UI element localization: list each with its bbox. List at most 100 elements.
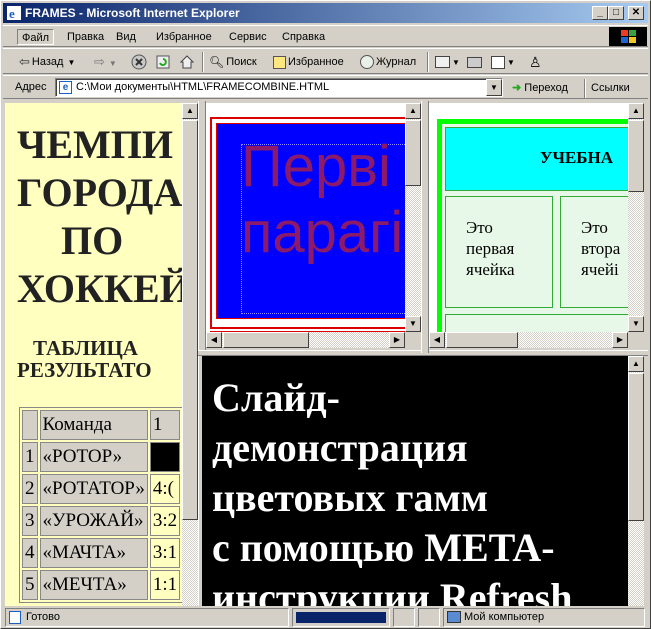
- stop-button[interactable]: [131, 52, 147, 72]
- table-cell-second: Это втора ячейі: [560, 196, 628, 308]
- title-bar[interactable]: e FRAMES - Microsoft Internet Explorer _…: [3, 3, 648, 23]
- left-frame-vertical-scrollbar[interactable]: ▲: [182, 103, 198, 606]
- bottom-frame-vertical-scrollbar[interactable]: ▲: [628, 356, 644, 606]
- score-cell: 3:2: [149, 506, 181, 536]
- left-frame: ЧЕМПИ ГОРОДА ПО ХОККЕЙ ТАБЛИЦА РЕЗУЛЬТАТ…: [5, 103, 182, 606]
- menu-edit[interactable]: Правка: [63, 29, 108, 45]
- go-arrow-icon: ➜: [512, 82, 522, 94]
- mail-dropdown-icon: ▼: [452, 58, 460, 67]
- scroll-right-button[interactable]: ▶: [389, 332, 405, 348]
- forward-arrow-icon: ⇨: [94, 54, 105, 69]
- top-middle-horizontal-scrollbar[interactable]: ◀ ▶: [206, 332, 405, 348]
- scroll-left-button[interactable]: ◀: [429, 332, 445, 348]
- print-button[interactable]: [467, 52, 482, 72]
- links-button[interactable]: Ссылки: [591, 79, 630, 97]
- scroll-thumb[interactable]: [628, 120, 644, 192]
- chevron-down-icon: ▼: [490, 83, 498, 92]
- team-name: «МЕЧТА»: [39, 570, 148, 600]
- back-button[interactable]: ⇦ Назад ▼: [19, 52, 75, 72]
- table-row: 3 «УРОЖАЙ» 3:2: [22, 506, 181, 536]
- top-right-vertical-scrollbar[interactable]: ▲ ▼: [628, 103, 644, 332]
- scroll-down-button[interactable]: ▼: [405, 316, 421, 332]
- scroll-thumb[interactable]: [446, 332, 518, 348]
- progress-panel: [292, 608, 390, 627]
- home-button[interactable]: [179, 52, 195, 72]
- history-icon: [360, 55, 374, 70]
- second-cell-text: Это втора ячейі: [581, 218, 621, 279]
- go-button[interactable]: ➜ Переход: [512, 79, 568, 97]
- scroll-thumb[interactable]: [223, 332, 309, 348]
- paragraph-blue-box: Перві парагі: [216, 123, 405, 319]
- team-name: «РОТОР»: [39, 442, 148, 472]
- search-icon: 🔍︎: [209, 55, 225, 70]
- printer-icon: [467, 56, 482, 68]
- menu-view[interactable]: Вид: [112, 29, 140, 45]
- scroll-up-button[interactable]: ▲: [628, 356, 644, 372]
- refresh-button[interactable]: [155, 52, 171, 72]
- status-text-panel: Готово: [5, 608, 289, 627]
- minimize-button[interactable]: _: [592, 6, 608, 20]
- menu-file[interactable]: Файл: [17, 29, 55, 45]
- scroll-down-arrow-icon: ▼: [409, 319, 417, 328]
- table-header-cell: 1: [149, 410, 181, 440]
- scroll-up-button[interactable]: ▲: [628, 103, 644, 119]
- scroll-up-button[interactable]: ▲: [182, 103, 198, 119]
- championship-heading-line: ЧЕМПИ: [17, 122, 174, 167]
- favorites-button[interactable]: Избранное: [273, 52, 344, 72]
- windows-logo: [609, 27, 647, 46]
- messenger-button[interactable]: ♙: [529, 52, 542, 72]
- row-number: 4: [22, 538, 38, 568]
- table-header-row: Команда 1: [22, 410, 181, 440]
- first-paragraph-text: Перві парагі: [241, 134, 404, 265]
- row-number: 1: [22, 442, 38, 472]
- refresh-icon: [156, 55, 170, 69]
- messenger-user-icon: ♙: [529, 54, 542, 70]
- status-panel-empty: [418, 608, 440, 627]
- ie-window: e FRAMES - Microsoft Internet Explorer _…: [0, 0, 651, 629]
- mail-icon: [435, 56, 450, 69]
- scroll-left-button[interactable]: ◀: [206, 332, 222, 348]
- scroll-right-arrow-icon: ▶: [393, 335, 401, 344]
- scroll-up-arrow-icon: ▲: [409, 106, 417, 115]
- mail-button[interactable]: ▼: [435, 52, 460, 72]
- table-row: 5 «МЕЧТА» 1:1: [22, 570, 181, 600]
- address-input[interactable]: e C:\Мои документы\HTML\FRAMECOMBINE.HTM…: [55, 78, 503, 97]
- scroll-left-arrow-icon: ◀: [210, 335, 218, 344]
- table-cell-first: Это первая ячейка: [445, 196, 553, 308]
- scrollbar-corner: [628, 332, 644, 348]
- scroll-left-arrow-icon: ◀: [433, 335, 441, 344]
- slide-text-line: цветовых гамм: [212, 475, 489, 520]
- scroll-up-button[interactable]: ▲: [405, 103, 421, 119]
- maximize-button[interactable]: □: [608, 6, 624, 20]
- menu-help[interactable]: Справка: [278, 29, 329, 45]
- frame-splitter-vertical[interactable]: [421, 101, 429, 353]
- scroll-thumb[interactable]: [182, 120, 198, 520]
- menu-service[interactable]: Сервис: [225, 29, 271, 45]
- search-button[interactable]: 🔍︎ Поиск: [209, 52, 257, 72]
- championship-heading-line: ГОРОДА: [17, 170, 182, 215]
- scroll-right-arrow-icon: ▶: [616, 335, 624, 344]
- top-right-horizontal-scrollbar[interactable]: ◀ ▶: [429, 332, 628, 348]
- scroll-down-button[interactable]: ▼: [628, 316, 644, 332]
- edit-button[interactable]: ▼: [491, 52, 515, 72]
- top-middle-vertical-scrollbar[interactable]: ▲ ▼: [405, 103, 421, 332]
- table-cell-third-row: [445, 314, 628, 332]
- championship-heading-line: ПО: [61, 218, 124, 263]
- menu-favorites[interactable]: Избранное: [152, 29, 216, 45]
- scroll-thumb[interactable]: [405, 120, 421, 186]
- scroll-thumb[interactable]: [628, 373, 644, 521]
- scroll-right-button[interactable]: ▶: [612, 332, 628, 348]
- close-button[interactable]: ✕: [628, 6, 644, 20]
- table-row: 2 «РОТАТОР» 4:(: [22, 474, 181, 504]
- status-bar: Готово Мой компьютер: [3, 607, 648, 628]
- team-name: «УРОЖАЙ»: [39, 506, 148, 536]
- scroll-down-arrow-icon: ▼: [632, 319, 640, 328]
- history-button[interactable]: Журнал: [360, 52, 416, 72]
- top-middle-frame: Перві парагі: [206, 103, 405, 332]
- championship-heading-line: ХОККЕЙ: [17, 266, 182, 311]
- slide-text-line: Слайд-: [212, 375, 340, 420]
- ie-logo-icon: e: [7, 6, 21, 21]
- address-dropdown-button[interactable]: ▼: [486, 79, 502, 96]
- windows-flag-icon: [621, 30, 636, 43]
- forward-button[interactable]: ⇨ ▼: [94, 52, 117, 72]
